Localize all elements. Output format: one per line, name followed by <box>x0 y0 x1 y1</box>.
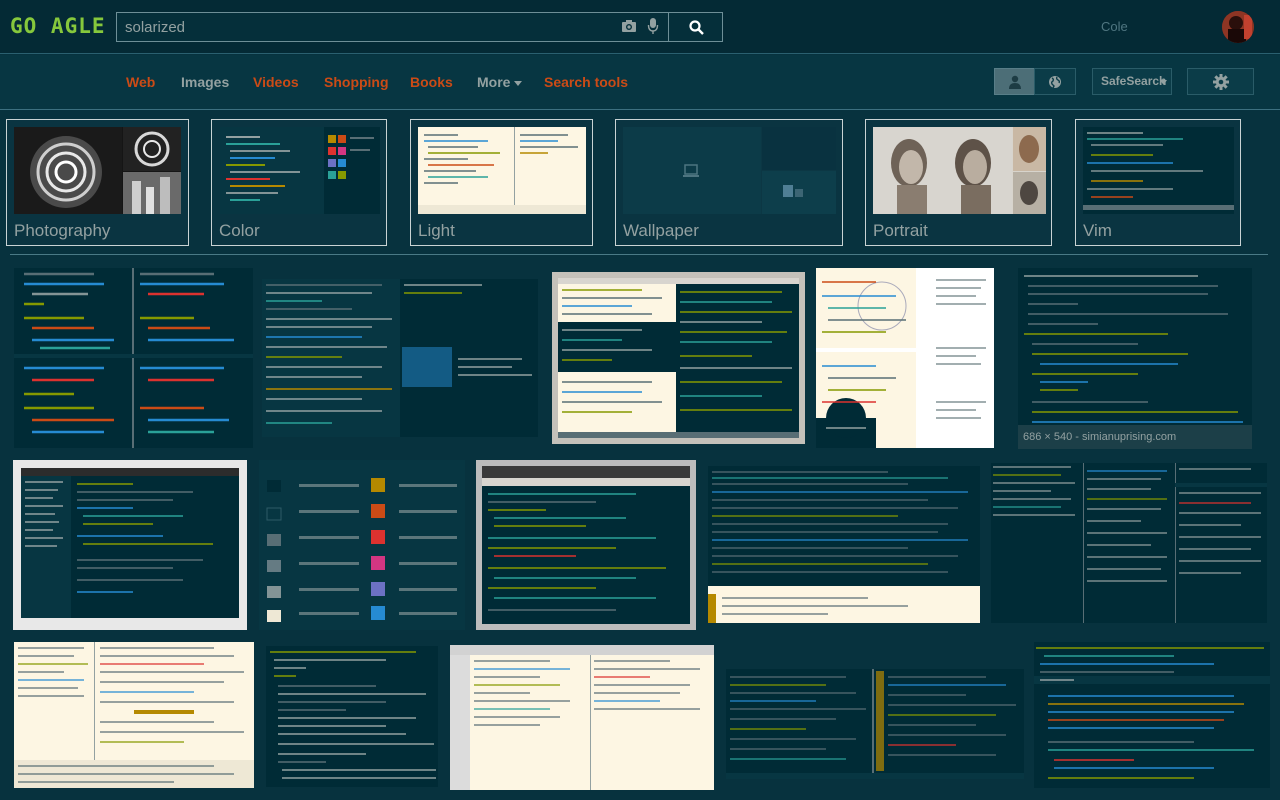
search-box[interactable] <box>116 12 670 42</box>
chip-thumbnail <box>1083 127 1234 214</box>
chip-thumbnail <box>14 127 181 214</box>
image-result[interactable] <box>726 669 1024 779</box>
avatar[interactable] <box>1222 11 1254 43</box>
chip-label: Wallpaper <box>623 221 699 240</box>
private-results-button[interactable] <box>994 68 1035 95</box>
nav-more-label: More <box>477 74 511 90</box>
image-result[interactable] <box>13 460 247 630</box>
chip-photography[interactable]: Photography <box>6 119 189 246</box>
chip-thumbnail <box>220 127 380 214</box>
chip-wallpaper[interactable]: Wallpaper <box>615 119 843 246</box>
person-icon <box>1009 75 1021 89</box>
top-bar: GO AGLE Cole <box>0 0 1280 54</box>
image-info-bar: 686 × 540 - simianuprising.com <box>1018 425 1252 449</box>
search-input[interactable] <box>117 13 617 41</box>
microphone-icon[interactable] <box>647 17 659 35</box>
nav-shopping[interactable]: Shopping <box>324 74 389 90</box>
image-result[interactable] <box>266 646 438 787</box>
safesearch-button[interactable]: SafeSearch <box>1092 68 1172 95</box>
nav-search-tools[interactable]: Search tools <box>544 74 628 90</box>
caret-down-icon <box>1160 80 1167 85</box>
search-icon <box>689 20 704 35</box>
image-result[interactable] <box>262 279 538 437</box>
chip-label: Light <box>418 221 455 240</box>
nav-images[interactable]: Images <box>181 74 229 90</box>
safesearch-label: SafeSearch <box>1101 74 1167 88</box>
nav-videos[interactable]: Videos <box>253 74 299 90</box>
chip-thumbnail <box>623 127 836 214</box>
global-results-button[interactable] <box>1034 68 1076 95</box>
caret-down-icon <box>514 81 523 87</box>
related-chips: Photography Color Light Wallpaper Portra… <box>0 111 1280 253</box>
globe-icon <box>1049 76 1061 89</box>
search-button[interactable] <box>668 12 723 42</box>
chip-thumbnail <box>873 127 1046 214</box>
image-result[interactable] <box>14 268 253 448</box>
image-result[interactable] <box>476 460 696 630</box>
user-name[interactable]: Cole <box>1101 19 1128 34</box>
chip-label: Portrait <box>873 221 928 240</box>
chip-light[interactable]: Light <box>410 119 593 246</box>
gear-icon <box>1213 74 1229 90</box>
chip-label: Vim <box>1083 221 1112 240</box>
image-result[interactable] <box>708 466 980 623</box>
chip-thumbnail <box>418 127 586 214</box>
image-source: simianuprising.com <box>1082 431 1177 443</box>
nav-more[interactable]: More <box>477 74 523 90</box>
divider <box>10 254 1268 255</box>
image-dimensions: 686 × 540 <box>1023 431 1073 443</box>
logo[interactable]: GO AGLE <box>10 14 106 38</box>
chip-label: Color <box>219 221 260 240</box>
image-result[interactable] <box>259 460 465 630</box>
nav-bar: Web Images Videos Shopping Books More Se… <box>0 55 1280 110</box>
image-result[interactable] <box>991 463 1267 623</box>
nav-books[interactable]: Books <box>410 74 453 90</box>
image-result[interactable] <box>552 272 805 444</box>
chip-color[interactable]: Color <box>211 119 387 246</box>
image-result[interactable] <box>816 268 994 448</box>
chip-label: Photography <box>14 221 111 240</box>
image-result[interactable] <box>450 645 714 790</box>
camera-icon[interactable] <box>621 18 637 34</box>
image-result-hovered[interactable]: 686 × 540 - simianuprising.com <box>1018 268 1252 449</box>
image-result[interactable] <box>1034 642 1270 788</box>
settings-button[interactable] <box>1187 68 1254 95</box>
image-result[interactable] <box>14 642 254 788</box>
chip-vim[interactable]: Vim <box>1075 119 1241 246</box>
chip-portrait[interactable]: Portrait <box>865 119 1052 246</box>
nav-web[interactable]: Web <box>126 74 155 90</box>
